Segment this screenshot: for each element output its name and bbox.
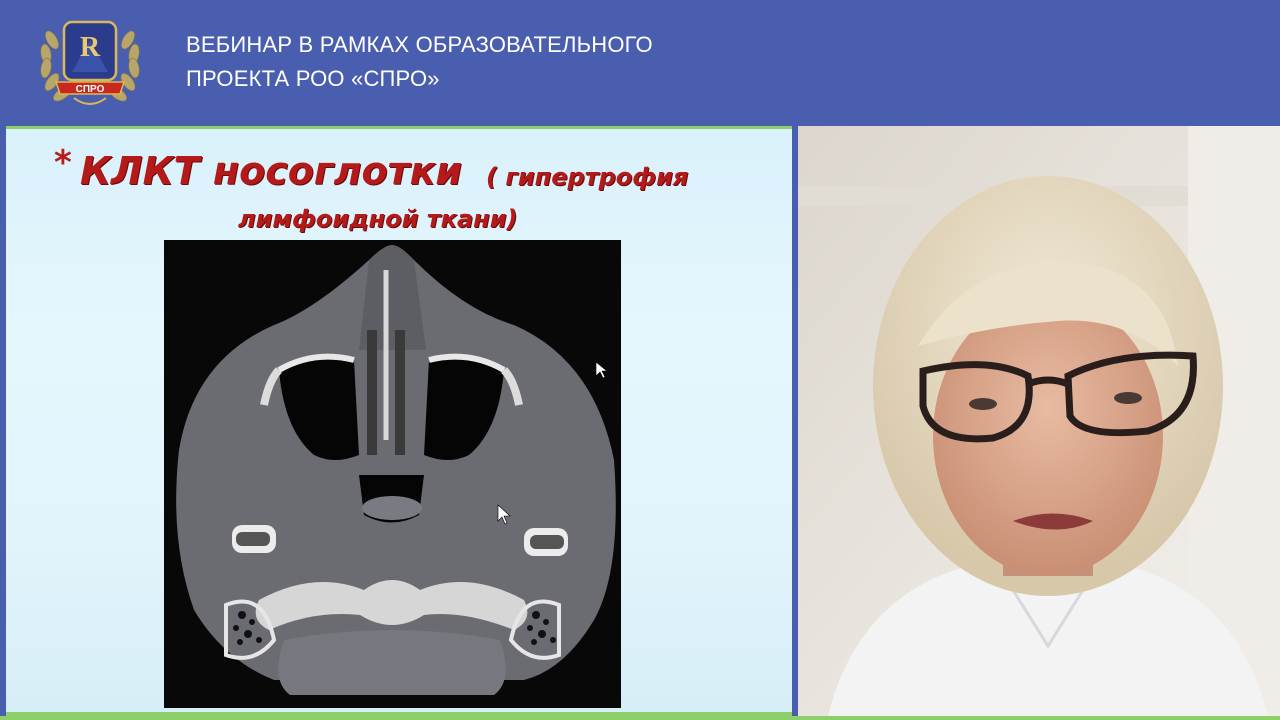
- speaker-webcam-video: [798, 126, 1280, 716]
- speaker-video-frame: [798, 126, 1280, 716]
- spro-laurel-logo-icon: R СПРО: [40, 20, 140, 105]
- slide-bullet: *: [54, 143, 72, 183]
- bottom-accent-strip: [0, 716, 1280, 720]
- slide-subtitle-line1: ( гипертрофия: [486, 163, 689, 191]
- webinar-title-line2: ПРОЕКТА РОО «СПРО»: [186, 66, 440, 91]
- presentation-slide: * КЛКТ носоглотки ( гипертрофия лимфоидн…: [6, 126, 792, 716]
- header-bar: R СПРО ВЕБИНАР В РАМКАХ ОБРАЗОВАТЕЛЬНОГО…: [0, 0, 1280, 125]
- logo-ribbon-text: СПРО: [76, 84, 105, 95]
- slide-title: КЛКТ носоглотки: [80, 149, 463, 193]
- slide-subtitle-line2: лимфоидной ткани): [238, 205, 518, 233]
- logo-letter: R: [80, 32, 101, 63]
- webinar-title-line1: ВЕБИНАР В РАМКАХ ОБРАЗОВАТЕЛЬНОГО: [186, 32, 653, 57]
- webinar-title: ВЕБИНАР В РАМКАХ ОБРАЗОВАТЕЛЬНОГО ПРОЕКТ…: [186, 28, 653, 96]
- ct-scan-image: [164, 240, 621, 708]
